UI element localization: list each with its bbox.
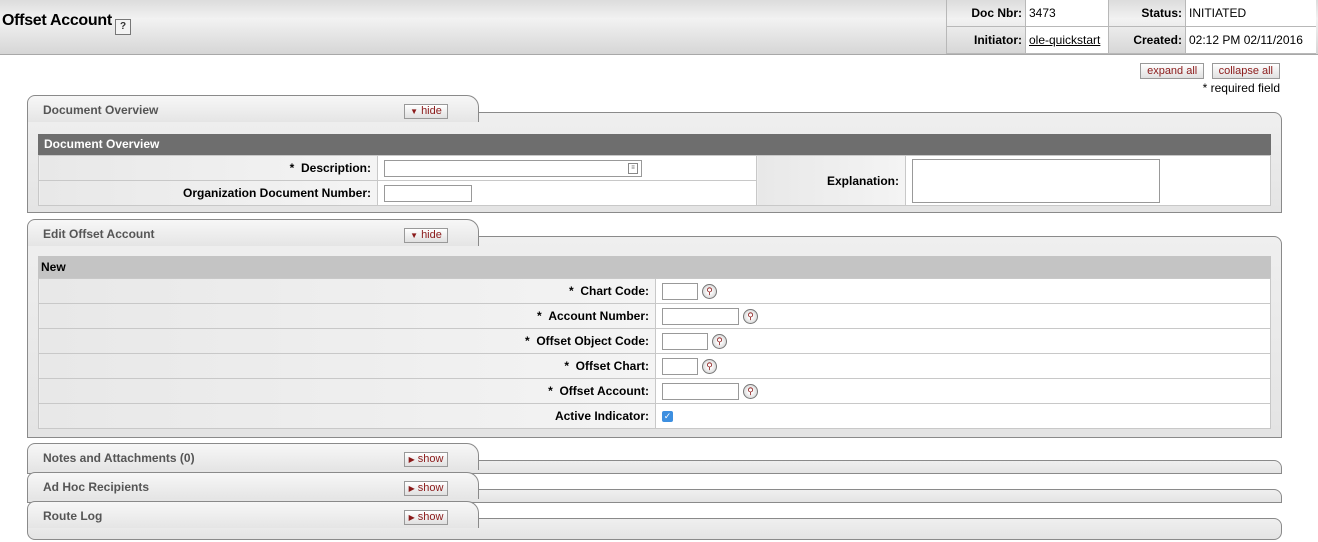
- explanation-cell: [905, 155, 1271, 206]
- tab-notes-attachments: Notes and Attachments (0) ▶ show: [27, 443, 479, 470]
- toggle-label: hide: [421, 229, 442, 241]
- doc-nbr-label: Doc Nbr:: [946, 0, 1026, 27]
- show-button[interactable]: ▶ show: [404, 481, 448, 496]
- offset-account-cell: ⚲: [655, 378, 1271, 404]
- status-value: INITIATED: [1185, 0, 1316, 27]
- expand-all-button[interactable]: expand all: [1140, 63, 1205, 79]
- org-doc-number-input[interactable]: [384, 184, 472, 202]
- tab-title: Notes and Attachments (0): [43, 451, 195, 465]
- tab-title: Route Log: [43, 509, 103, 523]
- toggle-label: show: [417, 453, 444, 465]
- edit-offset-content: * Chart Code: ⚲ * Account Number: ⚲ * Of…: [38, 278, 1271, 429]
- document-overview-content: * Description: ≡ Explanation: Organizati…: [38, 155, 1271, 206]
- offset-chart-label: * Offset Chart:: [38, 353, 656, 379]
- required-field-note: * required field: [1202, 81, 1280, 95]
- triangle-down-icon: ▼: [410, 107, 419, 116]
- doc-nbr-value: 3473: [1025, 0, 1109, 27]
- triangle-right-icon: ▶: [408, 455, 415, 464]
- collapse-all-button[interactable]: collapse all: [1211, 63, 1280, 79]
- toggle-label: hide: [421, 105, 442, 117]
- chart-code-input[interactable]: [662, 282, 698, 300]
- org-doc-number-label: Organization Document Number:: [38, 180, 378, 206]
- initiator-label: Initiator:: [946, 26, 1026, 54]
- account-number-label: * Account Number:: [38, 303, 656, 329]
- initiator-value: ole-quickstart: [1025, 26, 1109, 54]
- offset-account-label: * Offset Account:: [38, 378, 656, 404]
- description-input[interactable]: ≡: [384, 159, 642, 177]
- offset-object-code-input[interactable]: [662, 332, 708, 350]
- offset-object-code-label: * Offset Object Code:: [38, 328, 656, 354]
- triangle-right-icon: ▶: [408, 513, 415, 522]
- expand-collapse-controls: expand all collapse all: [1136, 63, 1280, 79]
- description-label: Description:: [300, 161, 371, 175]
- tab-ad-hoc-recipients: Ad Hoc Recipients ▶ show: [27, 472, 479, 499]
- chart-code-cell: ⚲: [655, 278, 1271, 304]
- tab-title: Edit Offset Account: [43, 227, 155, 241]
- document-overview-form: * Description: ≡ Explanation: Organizati…: [38, 155, 1271, 206]
- magnifier-icon[interactable]: ⚲: [712, 333, 727, 349]
- toggle-label: show: [417, 482, 444, 494]
- magnifier-icon[interactable]: ⚲: [743, 383, 758, 399]
- show-button[interactable]: ▶ show: [404, 452, 448, 467]
- section-header: Document Overview: [38, 134, 1271, 155]
- offset-chart-cell: ⚲: [655, 353, 1271, 379]
- toggle-label: show: [417, 511, 444, 523]
- magnifier-icon[interactable]: ⚲: [702, 358, 717, 374]
- initiator-link[interactable]: ole-quickstart: [1029, 33, 1100, 47]
- required-marker: *: [289, 161, 295, 175]
- org-doc-number-cell: [377, 180, 757, 206]
- active-indicator-cell: ✓: [655, 403, 1271, 429]
- offset-chart-input[interactable]: [662, 357, 698, 375]
- description-cell: ≡: [377, 155, 757, 181]
- status-label: Status:: [1108, 0, 1186, 27]
- magnifier-icon[interactable]: ⚲: [743, 308, 758, 324]
- magnifier-icon[interactable]: ⚲: [702, 283, 717, 299]
- triangle-right-icon: ▶: [408, 484, 415, 493]
- section-header-new: New: [38, 256, 1271, 278]
- offset-account-input[interactable]: [662, 382, 739, 400]
- account-number-input[interactable]: [662, 307, 739, 325]
- document-header: Offset Account ? Doc Nbr: 3473 Status: I…: [0, 0, 1318, 55]
- edit-offset-form: * Chart Code: ⚲ * Account Number: ⚲ * Of…: [38, 278, 1271, 429]
- offset-object-code-cell: ⚲: [655, 328, 1271, 354]
- account-number-cell: ⚲: [655, 303, 1271, 329]
- doc-info-table: Doc Nbr: 3473 Status: INITIATED Initiato…: [946, 0, 1316, 54]
- hide-button[interactable]: ▼ hide: [404, 104, 448, 119]
- show-button[interactable]: ▶ show: [404, 510, 448, 525]
- chart-code-label: * Chart Code:: [38, 278, 656, 304]
- created-label: Created:: [1108, 26, 1186, 54]
- explanation-label: Explanation:: [756, 155, 906, 206]
- explanation-textarea[interactable]: [912, 158, 1160, 203]
- triangle-down-icon: ▼: [410, 231, 419, 240]
- page-title: Offset Account: [2, 12, 112, 29]
- tab-title: Ad Hoc Recipients: [43, 480, 150, 494]
- tab-title: Document Overview: [43, 103, 159, 117]
- help-icon[interactable]: ?: [115, 19, 131, 35]
- hide-button[interactable]: ▼ hide: [404, 228, 448, 243]
- tab-edit-offset-account: Edit Offset Account ▼ hide: [27, 219, 479, 246]
- expand-textarea-icon[interactable]: ≡: [628, 162, 638, 174]
- tab-route-log: Route Log ▶ show: [27, 501, 479, 528]
- active-indicator-label: Active Indicator:: [38, 403, 656, 429]
- created-value: 02:12 PM 02/11/2016: [1185, 26, 1316, 54]
- active-indicator-checkbox[interactable]: ✓: [662, 411, 673, 423]
- tab-document-overview: Document Overview ▼ hide: [27, 95, 479, 122]
- description-label-cell: * Description:: [38, 155, 378, 181]
